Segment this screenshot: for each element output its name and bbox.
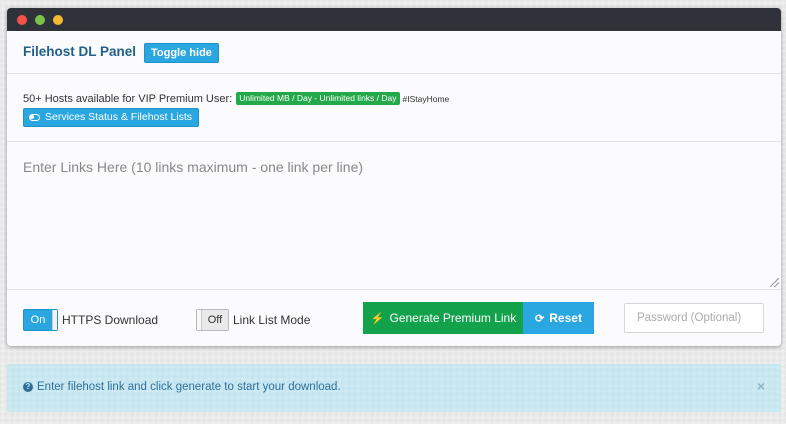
https-download-label: HTTPS Download bbox=[62, 313, 159, 327]
controls-bar: On HTTPS Download Off Link List Mode ⚡ G… bbox=[7, 290, 781, 346]
window-titlebar bbox=[7, 8, 781, 31]
refresh-icon: ⟳ bbox=[535, 312, 545, 325]
links-input[interactable] bbox=[7, 142, 781, 289]
hosts-text: 50+ Hosts available for VIP Premium User… bbox=[23, 92, 233, 105]
hashtag-text: #IStayHome bbox=[402, 93, 450, 104]
close-icon[interactable]: × bbox=[757, 378, 765, 394]
hosts-info: 50+ Hosts available for VIP Premium User… bbox=[7, 74, 781, 142]
close-window-dot[interactable] bbox=[17, 15, 27, 25]
reset-button[interactable]: ⟳ Reset bbox=[523, 302, 594, 334]
link-list-mode-switch[interactable]: Off bbox=[196, 309, 229, 331]
reset-label: Reset bbox=[549, 311, 582, 325]
resize-grip-icon[interactable] bbox=[770, 278, 779, 287]
https-download-switch[interactable]: On bbox=[23, 309, 58, 331]
generate-premium-link-button[interactable]: ⚡ Generate Premium Link bbox=[363, 302, 524, 334]
switch-knob bbox=[52, 310, 57, 330]
alert-message: Enter filehost link and click generate t… bbox=[37, 381, 341, 393]
hosts-line: 50+ Hosts available for VIP Premium User… bbox=[23, 92, 449, 105]
unlimited-badge: Unlimited MB / Day - Unlimited links / D… bbox=[236, 92, 400, 105]
alert-text: ? Enter filehost link and click generate… bbox=[23, 381, 341, 393]
info-alert: ? Enter filehost link and click generate… bbox=[7, 364, 781, 412]
toggle-icon bbox=[29, 114, 40, 121]
links-area bbox=[7, 142, 781, 290]
panel-window: Filehost DL Panel Toggle hide 50+ Hosts … bbox=[7, 8, 781, 346]
generate-label: Generate Premium Link bbox=[389, 311, 517, 325]
services-status-label: Services Status & Filehost Lists bbox=[45, 111, 193, 123]
minimize-window-dot[interactable] bbox=[53, 15, 63, 25]
https-switch-state: On bbox=[30, 314, 46, 326]
linklist-switch-state: Off bbox=[207, 314, 223, 326]
maximize-window-dot[interactable] bbox=[35, 15, 45, 25]
question-circle-icon: ? bbox=[23, 382, 33, 392]
password-input[interactable] bbox=[624, 303, 764, 333]
panel-title: Filehost DL Panel bbox=[23, 44, 137, 59]
panel-header: Filehost DL Panel Toggle hide bbox=[7, 31, 781, 74]
bolt-icon: ⚡ bbox=[370, 312, 385, 325]
toggle-hide-button[interactable]: Toggle hide bbox=[144, 43, 219, 63]
services-status-button[interactable]: Services Status & Filehost Lists bbox=[23, 108, 200, 127]
link-list-mode-label: Link List Mode bbox=[233, 313, 311, 327]
